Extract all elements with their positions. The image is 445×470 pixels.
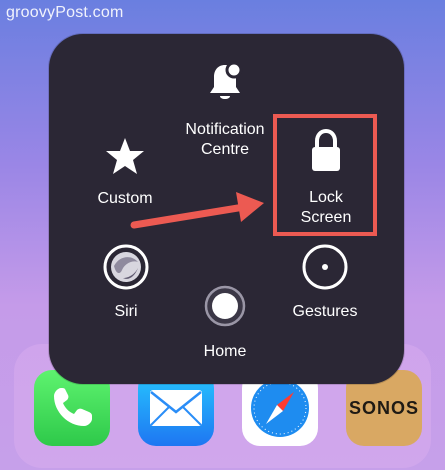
annotation-arrow bbox=[130, 192, 264, 229]
